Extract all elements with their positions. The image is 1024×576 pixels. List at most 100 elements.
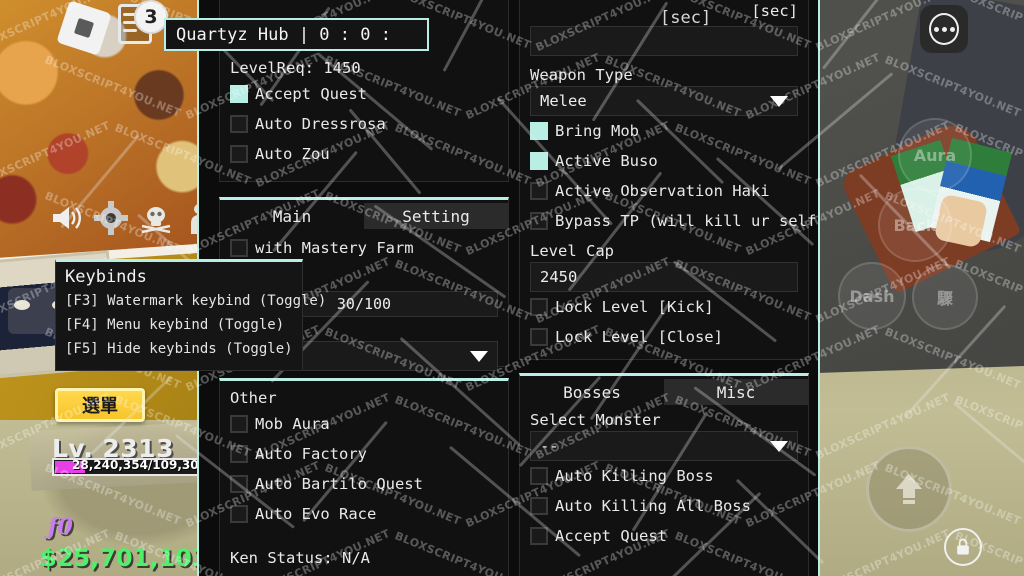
more-options-button[interactable] [920, 5, 968, 53]
checkbox-row-auto-killing-boss[interactable]: Auto Killing Boss [530, 461, 798, 491]
keybind-item: [F4] Menu keybind (Toggle) [65, 317, 285, 333]
checkbox-row-active-observation-haki[interactable]: Active Observation Haki [530, 176, 798, 206]
checkbox-row-auto-zou[interactable]: Auto Zou [230, 139, 498, 169]
bosses-panel: Bosses Misc Select Monster -- Auto Killi… [519, 373, 809, 576]
chevron-down-icon [770, 95, 788, 107]
auto-evo-race-label: Auto Evo Race [255, 505, 377, 523]
bypass-tp-checkbox[interactable] [530, 212, 548, 230]
checkbox-row-auto-bartilo-quest[interactable]: Auto Bartilo Quest [230, 469, 498, 499]
lock-icon [957, 538, 969, 555]
boss-accept-quest-label: Accept Quest [555, 527, 667, 545]
auto-killing-all-boss-checkbox[interactable] [530, 497, 548, 515]
farm-amount-slider-value: 30/100 [336, 295, 392, 313]
active-buso-checkbox[interactable] [530, 152, 548, 170]
lock-level-kick-checkbox[interactable] [530, 298, 548, 316]
auto-bartilo-quest-checkbox[interactable] [230, 475, 248, 493]
fragments-counter: ƒ0 [48, 514, 73, 540]
lock-button[interactable] [944, 528, 982, 566]
other-panel: Other Mob Aura Auto Factory Auto Bartilo… [219, 378, 509, 576]
keybinds-popup: Keybinds [F3] Watermark keybind (Toggle)… [55, 259, 327, 371]
auto-factory-checkbox[interactable] [230, 445, 248, 463]
weapon-type-dropdown[interactable]: Melee [530, 86, 798, 116]
checkbox-row-bypass-tp[interactable]: Bypass TP (will kill ur self) [530, 206, 818, 236]
weapon-type-value: Melee [540, 92, 587, 110]
auto-killing-boss-checkbox[interactable] [530, 467, 548, 485]
aura-button[interactable]: Aura [898, 118, 972, 192]
checkbox-row-auto-dressrosa[interactable]: Auto Dressrosa [230, 109, 498, 139]
level-cap-input[interactable]: 2450 [530, 262, 798, 292]
mastery-farm-checkbox[interactable] [230, 239, 248, 257]
bring-mob-label: Bring Mob [555, 122, 639, 140]
weapon-panel: [sec] Weapon Type Melee Bring Mob Active… [519, 0, 818, 360]
mob-aura-label: Mob Aura [255, 415, 330, 433]
more-options-icon [929, 13, 959, 45]
sec-value-field[interactable] [530, 26, 798, 56]
lock-level-close-checkbox[interactable] [530, 328, 548, 346]
select-monster-value: -- [540, 437, 559, 455]
skull-pirate-icon[interactable] [138, 200, 174, 236]
dash-button[interactable]: Dash [838, 262, 906, 330]
lock-level-kick-label: Lock Level [Kick] [555, 298, 714, 316]
auto-dressrosa-checkbox[interactable] [230, 115, 248, 133]
checkbox-row-boss-accept-quest[interactable]: Accept Quest [530, 521, 798, 551]
checkbox-row-active-buso[interactable]: Active Buso [530, 146, 798, 176]
checkbox-row-auto-killing-all-boss[interactable]: Auto Killing All Boss [530, 491, 798, 521]
other-panel-title: Other [230, 389, 277, 407]
volume-icon[interactable] [48, 200, 84, 236]
boss-accept-quest-checkbox[interactable] [530, 527, 548, 545]
auto-factory-label: Auto Factory [255, 445, 367, 463]
notification-badge: 3 [134, 0, 168, 34]
jump-button[interactable] [866, 446, 952, 532]
auto-evo-race-checkbox[interactable] [230, 505, 248, 523]
level-req-label: LevelReq: 1450 [230, 59, 361, 77]
checkbox-row-auto-factory[interactable]: Auto Factory [230, 439, 498, 469]
auto-zou-checkbox[interactable] [230, 145, 248, 163]
screen-root: 3 選單 Lv. 2313 28,240,354/109,303,5 ƒ0 $2… [0, 0, 1024, 576]
tab-misc[interactable]: Misc [664, 379, 808, 405]
auto-killing-all-boss-label: Auto Killing All Boss [555, 497, 751, 515]
checkbox-row-auto-evo-race[interactable]: Auto Evo Race [230, 499, 498, 529]
hud-icon-row [48, 200, 218, 240]
skill-button[interactable]: 驟 [912, 264, 978, 330]
keybinds-title: Keybinds [65, 267, 147, 287]
chat-icon-line [123, 29, 137, 32]
keybind-item: [F3] Watermark keybind (Toggle) [65, 293, 327, 309]
active-buso-label: Active Buso [555, 152, 658, 170]
mastery-farm-label: with Mastery Farm [255, 239, 414, 257]
checkbox-row-lock-level-kick[interactable]: Lock Level [Kick] [530, 292, 798, 322]
jump-arrow-icon [896, 474, 922, 504]
active-observation-haki-label: Active Observation Haki [555, 182, 770, 200]
checkbox-row-bring-mob[interactable]: Bring Mob [530, 116, 798, 146]
lock-level-close-label: Lock Level [Close] [555, 328, 723, 346]
back-button[interactable]: Back [878, 188, 952, 262]
bypass-tp-label: Bypass TP (will kill ur self) [555, 212, 820, 230]
hub-title-bar[interactable]: Quartyz Hub | 0 : 0 : [164, 18, 429, 51]
sec-top-label: [sec] [660, 8, 712, 28]
bring-mob-checkbox[interactable] [530, 122, 548, 140]
level-cap-label: Level Cap [530, 242, 614, 260]
money-counter: $25,701,103 [40, 544, 209, 572]
bosses-misc-tabs: Bosses Misc [520, 379, 808, 405]
mob-aura-checkbox[interactable] [230, 415, 248, 433]
gear-icon[interactable] [93, 200, 129, 236]
auto-killing-boss-label: Auto Killing Boss [555, 467, 714, 485]
auto-zou-label: Auto Zou [255, 145, 330, 163]
tab-bosses[interactable]: Bosses [520, 379, 664, 405]
ken-status-label: Ken Status: N/A [230, 549, 370, 567]
menu-button[interactable]: 選單 [55, 388, 145, 422]
checkbox-row-mob-aura[interactable]: Mob Aura [230, 409, 498, 439]
accept-quest-label: Accept Quest [255, 85, 367, 103]
accept-quest-checkbox[interactable] [230, 85, 248, 103]
checkbox-row-accept-quest[interactable]: Accept Quest [230, 79, 498, 109]
select-monster-label: Select Monster [530, 411, 661, 429]
auto-bartilo-quest-label: Auto Bartilo Quest [255, 475, 423, 493]
keybind-item: [F5] Hide keybinds (Toggle) [65, 341, 293, 357]
main-setting-tabs: Main Setting [220, 203, 508, 229]
checkbox-row-lock-level-close[interactable]: Lock Level [Close] [530, 322, 798, 352]
tab-main[interactable]: Main [220, 203, 364, 229]
tab-setting[interactable]: Setting [364, 203, 508, 229]
active-observation-haki-checkbox[interactable] [530, 182, 548, 200]
xp-bar: 28,240,354/109,303,5 [52, 458, 220, 476]
chevron-down-icon [470, 350, 488, 362]
select-monster-dropdown[interactable]: -- [530, 431, 798, 461]
